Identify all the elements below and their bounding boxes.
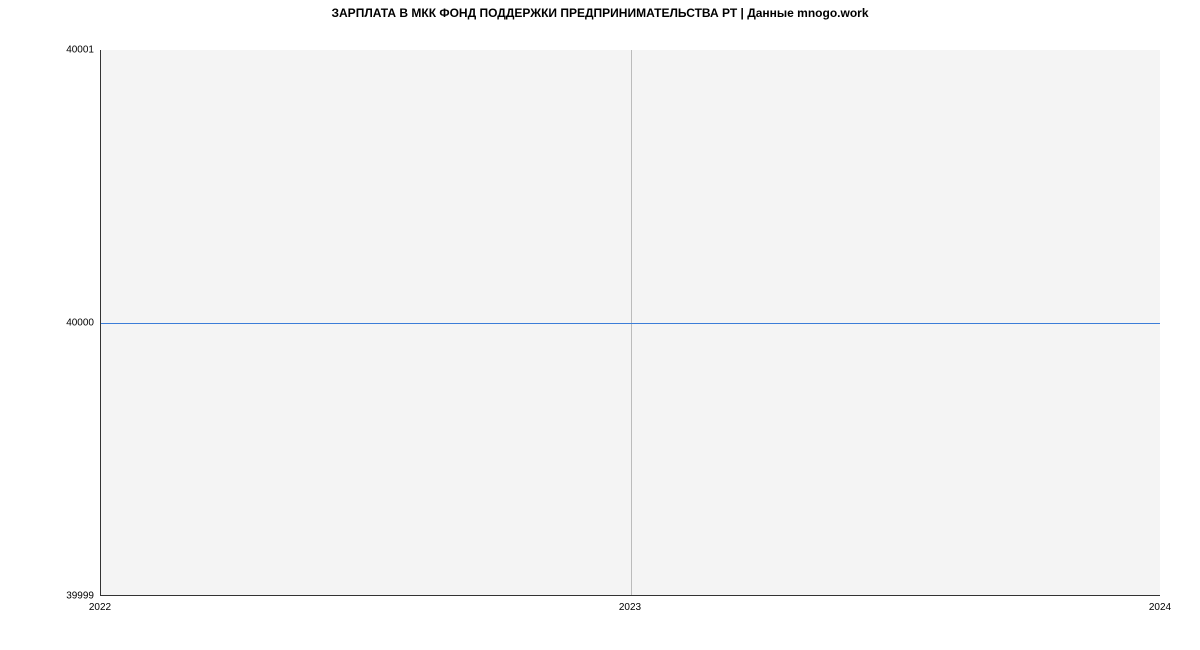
chart-title: ЗАРПЛАТА В МКК ФОНД ПОДДЕРЖКИ ПРЕДПРИНИМ… <box>0 6 1200 20</box>
x-tick-2022: 2022 <box>89 602 111 613</box>
y-tick-bottom: 39999 <box>14 591 94 602</box>
y-tick-top: 40001 <box>14 45 94 56</box>
data-line <box>101 323 1160 324</box>
y-tick-mid: 40000 <box>14 318 94 329</box>
plot-area <box>100 50 1160 596</box>
x-tick-2024: 2024 <box>1149 602 1171 613</box>
x-tick-2023: 2023 <box>619 602 641 613</box>
